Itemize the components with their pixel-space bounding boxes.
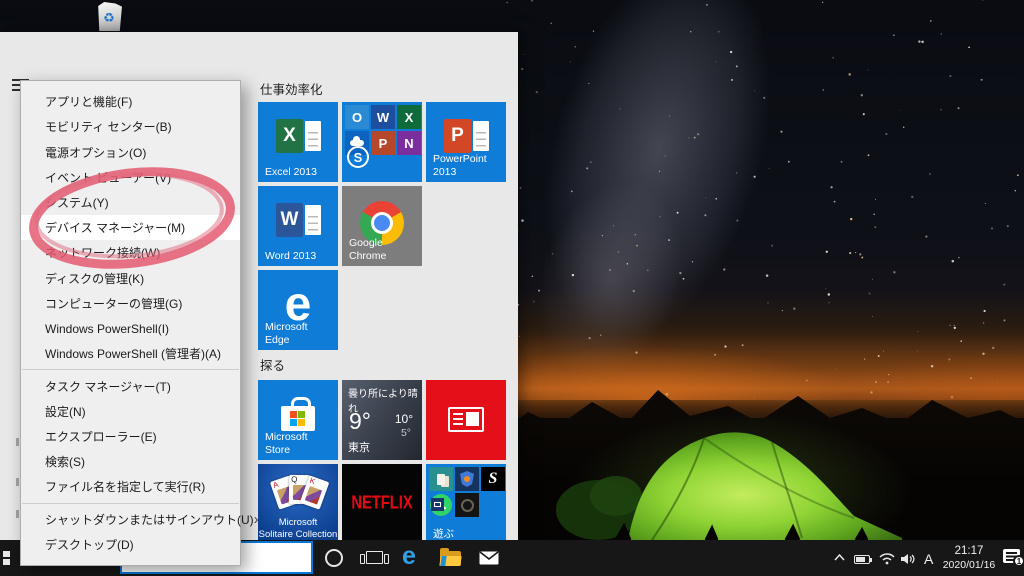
- menu-item-power-options[interactable]: 電源オプション(O): [21, 139, 240, 164]
- onenote-icon: N: [397, 131, 421, 155]
- menu-item-event-viewer[interactable]: イベント ビューアー(V): [21, 165, 240, 190]
- excel-icon: X: [276, 119, 322, 153]
- clock-date: 2020/01/16: [938, 559, 1000, 571]
- store-bag-icon: [281, 406, 315, 431]
- tile-section-header-explore: 探る: [260, 355, 285, 374]
- winx-context-menu: アプリと機能(F) モビリティ センター(B) 電源オプション(O) イベント …: [20, 80, 241, 566]
- hotspot-shield-icon: [455, 467, 479, 491]
- outlook-icon: O: [345, 105, 369, 129]
- menu-item-network-connections[interactable]: ネットワーク接続(W): [21, 240, 240, 265]
- recycle-bin-bag: ♻: [96, 2, 123, 31]
- weather-temp: 9°: [349, 408, 371, 435]
- menu-item-search[interactable]: 検索(S): [21, 449, 240, 474]
- weather-high: 10°: [395, 412, 413, 426]
- tile-microsoft-edge[interactable]: e Microsoft Edge: [258, 270, 338, 350]
- menu-item-settings[interactable]: 設定(N): [21, 399, 240, 424]
- file-explorer-icon[interactable]: [440, 551, 461, 566]
- menu-item-run[interactable]: ファイル名を指定して実行(R): [21, 474, 240, 499]
- wifi-icon[interactable]: [879, 553, 895, 565]
- mahjong-icon: [429, 467, 453, 491]
- notification-badge: 1: [1013, 555, 1024, 567]
- recycle-bin-icon[interactable]: ♻: [88, 2, 130, 33]
- tile-label: Microsoft Edge: [265, 321, 335, 346]
- powerpoint-icon: P: [371, 131, 395, 155]
- tray-chevron-up-icon[interactable]: [834, 554, 845, 561]
- tile-label: PowerPoint 2013: [433, 153, 503, 178]
- tile-excel-2013[interactable]: X Excel 2013: [258, 102, 338, 182]
- menu-item-powershell[interactable]: Windows PowerShell(I): [21, 316, 240, 341]
- menu-separator: [22, 369, 239, 370]
- taskbar-clock[interactable]: 21:17 2020/01/16: [938, 545, 1000, 571]
- word-icon: W: [371, 105, 395, 129]
- weather-low: 5°: [401, 427, 411, 439]
- rail-icon-fragment: [16, 478, 19, 486]
- ime-indicator[interactable]: A: [924, 551, 933, 567]
- tile-label: Google Chrome: [349, 237, 419, 262]
- menu-separator: [22, 503, 239, 504]
- rail-icon-fragment: [16, 438, 19, 446]
- menu-item-desktop[interactable]: デスクトップ(D): [21, 532, 240, 557]
- tile-label: 遊ぶ: [433, 528, 503, 540]
- battery-icon[interactable]: [854, 555, 870, 564]
- action-center-icon[interactable]: 1: [1003, 549, 1020, 563]
- tile-solitaire-collection[interactable]: A Q K Microsoft Solitaire Collection: [258, 464, 338, 544]
- menu-item-powershell-admin[interactable]: Windows PowerShell (管理者)(A): [21, 341, 240, 366]
- edge-taskbar-icon[interactable]: e: [402, 543, 416, 571]
- task-view-icon[interactable]: [366, 551, 383, 564]
- mail-icon[interactable]: [479, 551, 499, 565]
- tile-powerpoint-2013[interactable]: P PowerPoint 2013: [426, 102, 506, 182]
- tile-section-header-productivity: 仕事効率化: [260, 79, 323, 98]
- menu-item-task-manager[interactable]: タスク マネージャー(T): [21, 373, 240, 398]
- menu-item-device-manager[interactable]: デバイス マネージャー(M): [21, 215, 240, 240]
- skype-icon: S: [347, 146, 369, 168]
- tile-play-folder[interactable]: S 遊ぶ: [426, 464, 506, 544]
- excel-icon: X: [397, 105, 421, 129]
- powerpoint-icon: P: [444, 119, 490, 153]
- sway-icon: S: [481, 467, 505, 491]
- tile-netflix[interactable]: NETFLIX: [342, 464, 422, 544]
- submenu-chevron-icon: ›: [254, 511, 259, 528]
- cortana-icon[interactable]: [325, 549, 343, 567]
- game-ring-icon: [455, 493, 479, 517]
- netflix-logo: NETFLIX: [345, 494, 419, 515]
- tile-label: Microsoft Store: [265, 431, 335, 456]
- menu-item-explorer[interactable]: エクスプローラー(E): [21, 424, 240, 449]
- tent-image: [556, 398, 976, 540]
- weather-city: 東京: [348, 439, 370, 455]
- menu-item-system[interactable]: システム(Y): [21, 190, 240, 215]
- tile-google-chrome[interactable]: Google Chrome: [342, 186, 422, 266]
- tile-office-folder[interactable]: O W X P N S: [342, 102, 422, 182]
- menu-item-computer-management[interactable]: コンピューターの管理(G): [21, 291, 240, 316]
- clock-time: 21:17: [938, 545, 1000, 557]
- menu-item-shutdown-signout[interactable]: シャットダウンまたはサインアウト(U) ›: [21, 507, 240, 532]
- newspaper-icon: [448, 407, 484, 432]
- tile-news[interactable]: [426, 380, 506, 460]
- tile-microsoft-store[interactable]: Microsoft Store: [258, 380, 338, 460]
- menu-item-apps-features[interactable]: アプリと機能(F): [21, 89, 240, 114]
- recycle-arrows-icon: ♻: [96, 11, 123, 24]
- tile-word-2013[interactable]: W Word 2013: [258, 186, 338, 266]
- tile-weather[interactable]: 曇り所により晴れ 9° 10° 5° 東京: [342, 380, 422, 460]
- tile-label: Excel 2013: [265, 166, 335, 178]
- playing-cards-icon: A Q K: [258, 472, 338, 516]
- word-icon: W: [276, 203, 322, 237]
- small-app-icon: [431, 498, 444, 511]
- rail-icon-fragment: [16, 510, 19, 518]
- menu-item-mobility-center[interactable]: モビリティ センター(B): [21, 114, 240, 139]
- tile-label: Word 2013: [265, 250, 335, 262]
- tile-label: Microsoft Solitaire Collection: [258, 517, 338, 540]
- menu-item-disk-management[interactable]: ディスクの管理(K): [21, 266, 240, 291]
- speaker-icon[interactable]: [901, 553, 916, 565]
- start-button-fragment[interactable]: [3, 551, 10, 567]
